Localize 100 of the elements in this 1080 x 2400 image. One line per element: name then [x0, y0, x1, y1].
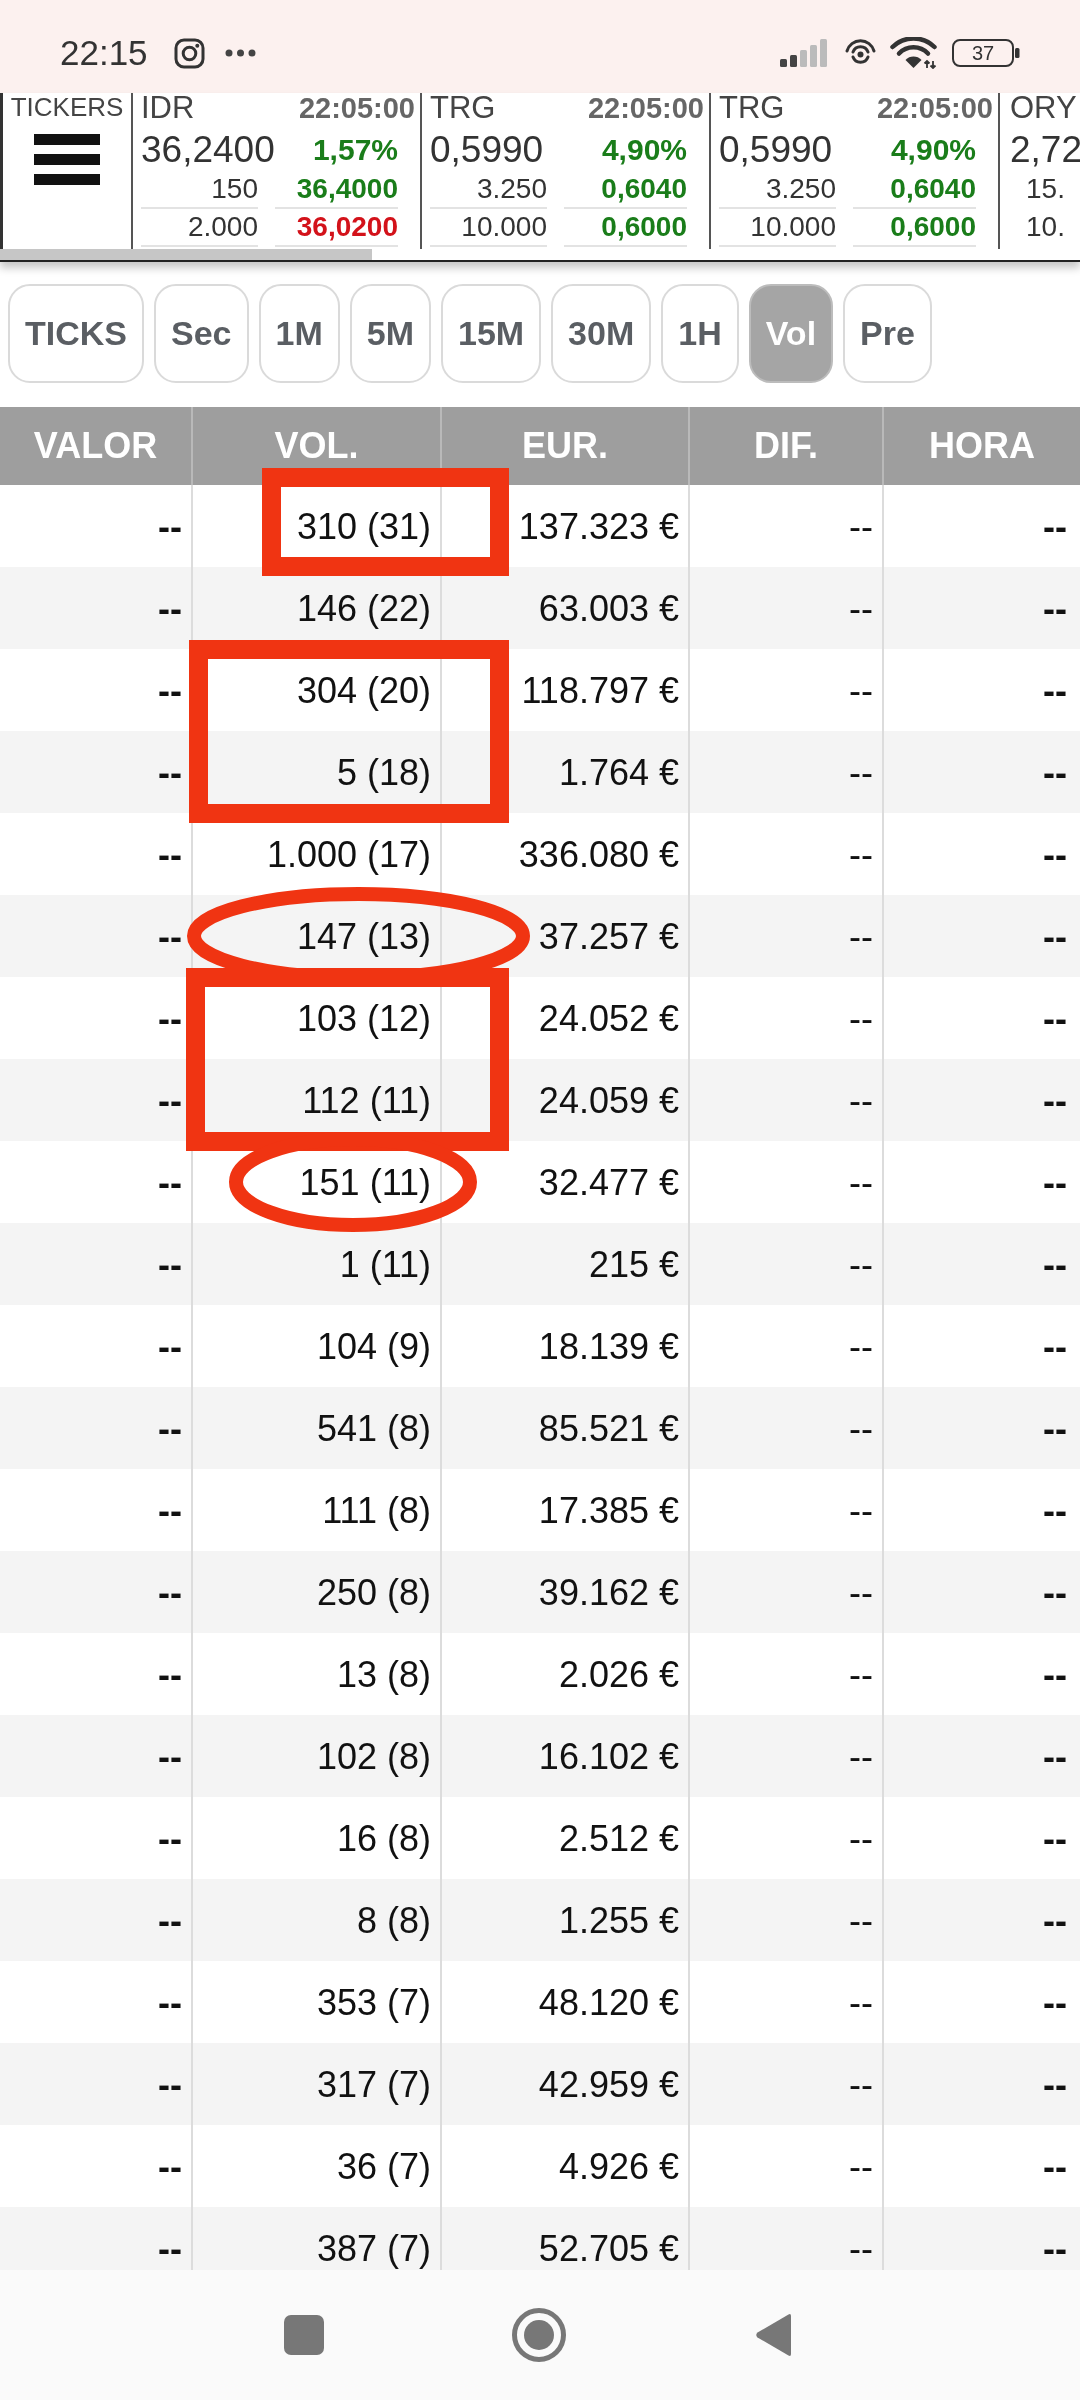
table-cell-text: --: [157, 1243, 183, 1285]
table-cell-text: 1.000 (17): [265, 833, 432, 875]
ticker-symbol: IDR: [141, 93, 195, 123]
ticker-price: 36,2400: [141, 129, 275, 171]
battery-icon: [952, 39, 1021, 67]
ticker-card[interactable]: TRG 22:05:00 0,5990 4,90% 3.250 0,6040 10.000 0,6000: [422, 93, 711, 249]
quote-size: 150: [141, 171, 258, 209]
ticker-change: 4,90%: [601, 132, 687, 168]
table-cell-text: --: [157, 2227, 183, 2269]
table-cell-text: --: [848, 2063, 874, 2105]
table-cell-text: 1.764 €: [557, 751, 680, 793]
table-cell-text: 353 (7): [315, 1981, 432, 2023]
table-cell-text: 13 (8): [335, 1653, 432, 1695]
table-cell-text: 118.797 €: [520, 669, 680, 711]
table-cell-text: --: [157, 669, 183, 711]
table-cell-text: 48.120 €: [537, 1981, 680, 2023]
table-cell-text: --: [848, 1161, 874, 1203]
interval-tab[interactable]: 1H: [661, 284, 739, 383]
table-cell-text: --: [157, 1079, 183, 1121]
table-cell-text: --: [848, 751, 874, 793]
interval-tab[interactable]: 5M: [349, 284, 431, 383]
table-cell-text: --: [157, 1407, 183, 1449]
table-cell-text: --: [157, 2145, 183, 2187]
table-cell-text: --: [157, 915, 183, 957]
table-cell-text: 2.512 €: [557, 1817, 680, 1859]
table-cell-text: --: [157, 1161, 183, 1203]
table-cell-text: 102 (8): [315, 1735, 432, 1777]
table-cell-text: 4.926 €: [557, 2145, 680, 2187]
quote-price: 0,6040: [853, 171, 976, 209]
table-cell-text: --: [157, 1735, 183, 1777]
tickers-label: TICKERS: [10, 95, 124, 119]
table-cell-text: 37.257 €: [537, 915, 680, 957]
interval-tab[interactable]: Pre: [843, 284, 932, 383]
table-cell-text: 24.059 €: [537, 1079, 680, 1121]
table-cell-text: 336.080 €: [517, 833, 680, 875]
table-cell-text: --: [1042, 751, 1068, 793]
ticker-symbol: TRG: [430, 93, 496, 123]
circle-icon[interactable]: [512, 2308, 566, 2362]
quote-price: 0,6040: [564, 171, 687, 209]
battery-percentage: 37: [971, 42, 995, 64]
table-cell-text: 147 (13): [295, 915, 432, 957]
table-cell-text: --: [848, 669, 874, 711]
table-cell-text: --: [157, 587, 183, 629]
table-cell-text: --: [1042, 2227, 1068, 2269]
ticker-symbol: TRG: [719, 93, 785, 123]
ticker-time: 22:05:00: [587, 93, 704, 123]
table-cell-text: --: [1042, 1079, 1068, 1121]
menu-icon[interactable]: [34, 134, 100, 185]
table-cell-text: --: [157, 1981, 183, 2023]
table-cell-text: --: [1042, 1653, 1068, 1695]
interval-tab[interactable]: 30M: [551, 284, 652, 383]
table-cell-text: 17.385 €: [537, 1489, 680, 1531]
ticker-card[interactable]: TRG 22:05:00 0,5990 4,90% 3.250 0,6040 10.000 0,6000: [711, 93, 1000, 249]
table-cell-text: --: [1042, 1243, 1068, 1285]
interval-tab[interactable]: TICKS: [8, 284, 144, 383]
table-cell-text: 387 (7): [315, 2227, 432, 2269]
table-cell-text: 52.705 €: [537, 2227, 680, 2269]
interval-tab[interactable]: Sec: [154, 284, 249, 383]
table-cell-text: 104 (9): [315, 1325, 432, 1367]
table-cell-text: 63.003 €: [537, 587, 680, 629]
table-cell-text: 16 (8): [335, 1817, 432, 1859]
table-cell-text: --: [157, 1571, 183, 1613]
table-cell-text: --: [848, 2145, 874, 2187]
table-cell-text: --: [1042, 669, 1068, 711]
table-cell-text: --: [848, 915, 874, 957]
square-icon[interactable]: [284, 2315, 324, 2355]
quote-price: 0,6000: [564, 209, 687, 247]
ticker-price: 0,5990: [719, 129, 833, 171]
ticker-price: 2,72: [1010, 129, 1080, 171]
clock-time: 22:15: [60, 33, 148, 73]
table-cell-text: 24.052 €: [537, 997, 680, 1039]
quote-price: 36,4000: [275, 171, 398, 209]
table-cell-text: 103 (12): [295, 997, 432, 1039]
table-cell-text: 250 (8): [315, 1571, 432, 1613]
triangle-icon[interactable]: [754, 2312, 794, 2358]
table-cell-text: 215 €: [587, 1243, 680, 1285]
table-cell-text: --: [157, 1899, 183, 1941]
table-cell-text: --: [157, 2063, 183, 2105]
quote-size: 10.000: [719, 209, 836, 247]
interval-tab[interactable]: 1M: [258, 284, 340, 383]
table-cell-text: --: [157, 1817, 183, 1859]
interval-tab[interactable]: 15M: [440, 284, 542, 383]
table-cell-text: --: [1042, 1489, 1068, 1531]
table-cell-text: --: [1042, 505, 1068, 547]
table-cell-text: --: [1042, 1571, 1068, 1613]
table-cell-text: --: [1042, 1407, 1068, 1449]
table-cell-text: --: [157, 1653, 183, 1695]
table-cell-text: 310 (31): [295, 505, 432, 547]
quote-size: 3.250: [430, 171, 547, 209]
table-cell-text: 85.521 €: [537, 1407, 680, 1449]
table-cell-text: --: [157, 1489, 183, 1531]
quote-price: 0,6000: [853, 209, 976, 247]
table-cell-text: --: [1042, 915, 1068, 957]
ticker-change: 4,90%: [890, 132, 976, 168]
table-cell-text: 304 (20): [295, 669, 432, 711]
ticker-time: 22:05:00: [298, 93, 415, 123]
table-cell-text: --: [848, 1243, 874, 1285]
quote-size: 10.000: [430, 209, 547, 247]
table-cell-text: 112 (11): [301, 1079, 432, 1121]
quote-size: 3.250: [719, 171, 836, 209]
